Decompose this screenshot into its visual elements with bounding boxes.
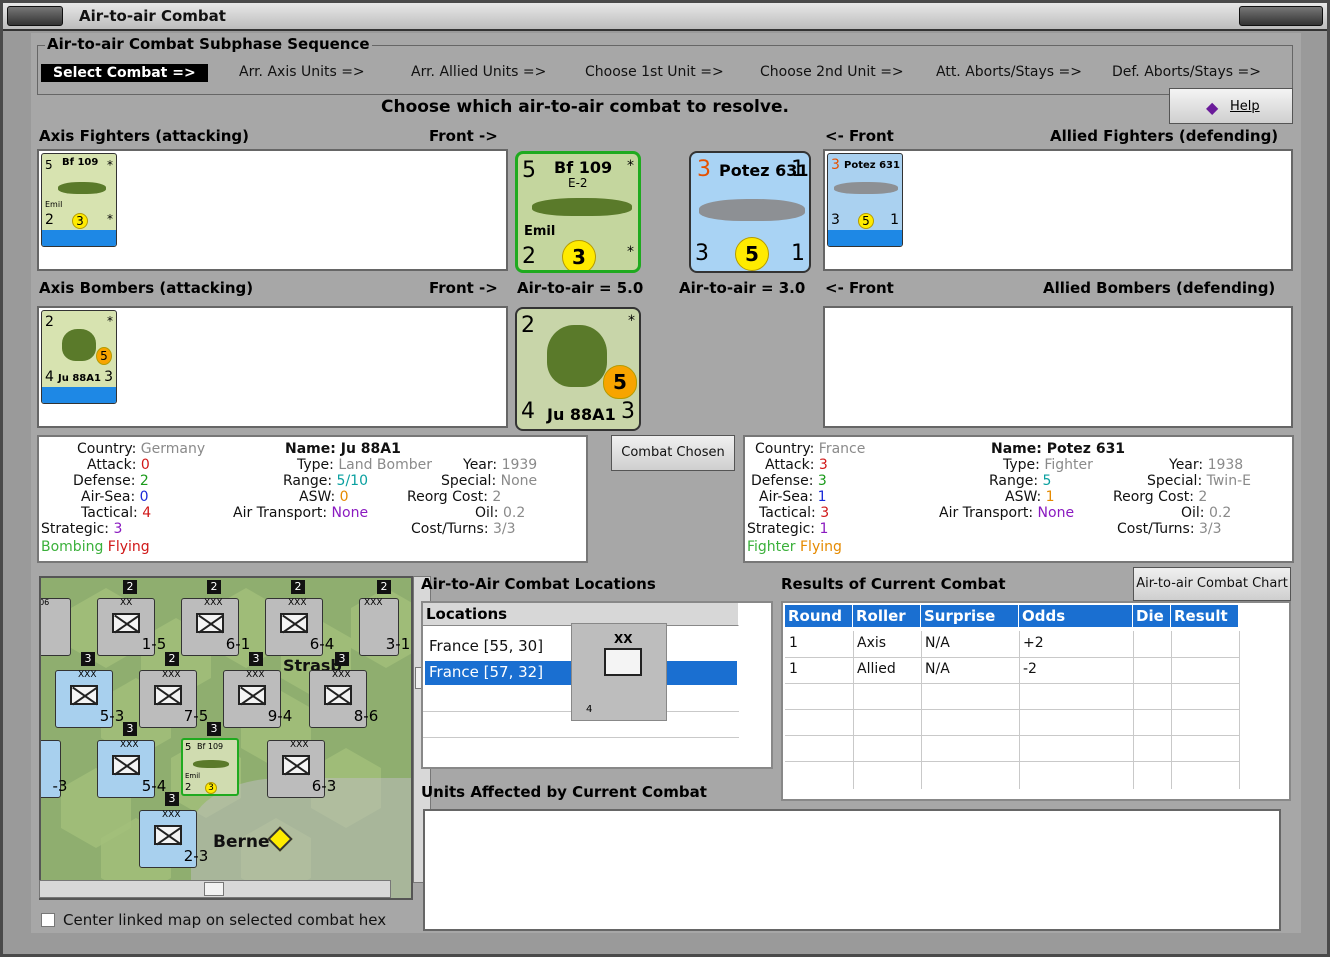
ju88-small-counter[interactable]: 2 * 5 4 Ju 88A1 3 [41, 310, 117, 404]
bf109-small-counter[interactable]: 5 Bf 109 * Emil 2 3 * [41, 153, 117, 247]
seq-att-aborts: Att. Aborts/Stays => [936, 64, 1082, 80]
center-map-label: Center linked map on selected combat hex [63, 911, 387, 929]
axis-air-to-air-value: Air-to-air = 5.0 [517, 279, 644, 297]
location-row-0[interactable]: France [55, 30] [425, 637, 547, 655]
map-unit[interactable]: -3 [41, 740, 67, 798]
map-unit[interactable]: XXX 6-1 [181, 598, 250, 656]
client-area: Air-to-air Combat Subphase Sequence Sele… [31, 33, 1301, 933]
allied-front-label: <- Front [825, 127, 894, 145]
allied-fighters-box[interactable]: 3 Potez 631 3 5 1 [823, 149, 1293, 271]
map-unit[interactable]: XXX 2-3 [139, 810, 208, 868]
map-unit[interactable]: XXX 7-5 [139, 670, 208, 728]
results-table: Round Roller Surprise Odds Die Result 1 … [781, 601, 1291, 801]
combat-chosen-button[interactable]: Combat Chosen [611, 435, 735, 471]
allied-unit-info: Country: France Attack: 3 Defense: 3 Air… [743, 435, 1294, 563]
window-controls[interactable] [1239, 6, 1323, 26]
help-label: Help [1230, 99, 1260, 114]
map-unit[interactable]: XXX 5-3 [55, 670, 124, 728]
allied-bombers-label: Allied Bombers (defending) [1043, 279, 1276, 297]
map-horizontal-scrollbar[interactable] [39, 880, 391, 898]
map-unit[interactable]: XXX 3-1 [359, 598, 410, 656]
locations-title: Air-to-Air Combat Locations [421, 575, 656, 593]
map-unit[interactable]: XXX 5-4 [97, 740, 166, 798]
help-book-icon: ◆ [1206, 98, 1219, 117]
ju88-plane-icon [62, 329, 96, 361]
seq-arr-axis: Arr. Axis Units => [239, 64, 365, 80]
sequence-title: Air-to-air Combat Subphase Sequence [45, 35, 372, 53]
window-title: Air-to-air Combat [79, 7, 226, 25]
axis-bombers-box[interactable]: 2 * 5 4 Ju 88A1 3 [37, 306, 508, 428]
bf109-plane-icon [58, 182, 106, 194]
allied-bombers-box[interactable] [823, 306, 1293, 428]
bf109-large-counter[interactable]: 5 Bf 109 E-2 * Emil 2 3 * [515, 151, 641, 273]
title-bar: Air-to-air Combat [3, 3, 1327, 31]
seq-select-combat: Select Combat => [41, 64, 208, 82]
axis-bomber-front-label: Front -> [429, 279, 498, 297]
system-menu-button[interactable] [7, 6, 63, 26]
axis-unit-info: Country: Germany Attack: 0 Defense: 2 Ai… [37, 435, 588, 563]
ju88-plane-icon [547, 325, 607, 387]
potez-large-counter[interactable]: 3 Potez 631 1 3 5 1 [689, 151, 811, 273]
map-unit[interactable]: XXX 6-3 [267, 740, 336, 798]
linked-map[interactable]: 406 XX1-5 2 XXX6-1 2 XXX6-4 2 XXX3-1 2 S… [39, 576, 413, 900]
help-button[interactable]: ◆ Help [1169, 88, 1293, 124]
map-bf109-counter[interactable]: 5 Bf 109 Emil 2 3 [181, 738, 239, 796]
instruction-text: Choose which air-to-air combat to resolv… [381, 97, 789, 117]
seq-arr-allied: Arr. Allied Units => [411, 64, 547, 80]
ju88-large-counter[interactable]: 2 * 5 4 Ju 88A1 3 [515, 307, 641, 431]
potez-plane-icon [699, 199, 805, 221]
allied-air-to-air-value: Air-to-air = 3.0 [679, 279, 806, 297]
map-unit[interactable]: XXX 6-4 [265, 598, 334, 656]
map-unit[interactable]: XXX 9-4 [223, 670, 292, 728]
location-row-1[interactable]: France [57, 32] [425, 663, 547, 681]
bf109-plane-icon [532, 198, 632, 216]
center-map-checkbox[interactable] [41, 913, 55, 927]
units-affected-box [423, 809, 1281, 931]
results-title: Results of Current Combat [781, 575, 1006, 593]
potez-plane-icon [834, 182, 898, 194]
air-combat-window: Air-to-air Combat Air-to-air Combat Subp… [0, 0, 1330, 957]
allied-bomber-front-label: <- Front [825, 279, 894, 297]
units-affected-title: Units Affected by Current Combat [421, 783, 707, 801]
combat-chart-button[interactable]: Air-to-air Combat Chart [1133, 567, 1291, 601]
map-unit[interactable]: 406 [41, 598, 71, 656]
axis-front-label: Front -> [429, 127, 498, 145]
map-city-berne: Berne [213, 832, 270, 852]
axis-fighters-label: Axis Fighters (attacking) [39, 127, 249, 145]
axis-bombers-label: Axis Bombers (attacking) [39, 279, 254, 297]
allied-fighters-label: Allied Fighters (defending) [1050, 127, 1279, 145]
potez-small-counter[interactable]: 3 Potez 631 3 5 1 [827, 153, 903, 247]
seq-def-aborts: Def. Aborts/Stays => [1112, 64, 1261, 80]
seq-choose-second: Choose 2nd Unit => [760, 64, 904, 80]
seq-choose-first: Choose 1st Unit => [585, 64, 724, 80]
map-unit[interactable]: XX 1-5 [97, 598, 166, 656]
axis-fighters-box[interactable]: 5 Bf 109 * Emil 2 3 * [37, 149, 508, 271]
location-unit-counter: XX 4 [571, 623, 667, 721]
map-unit[interactable]: XXX 8-6 [309, 670, 378, 728]
